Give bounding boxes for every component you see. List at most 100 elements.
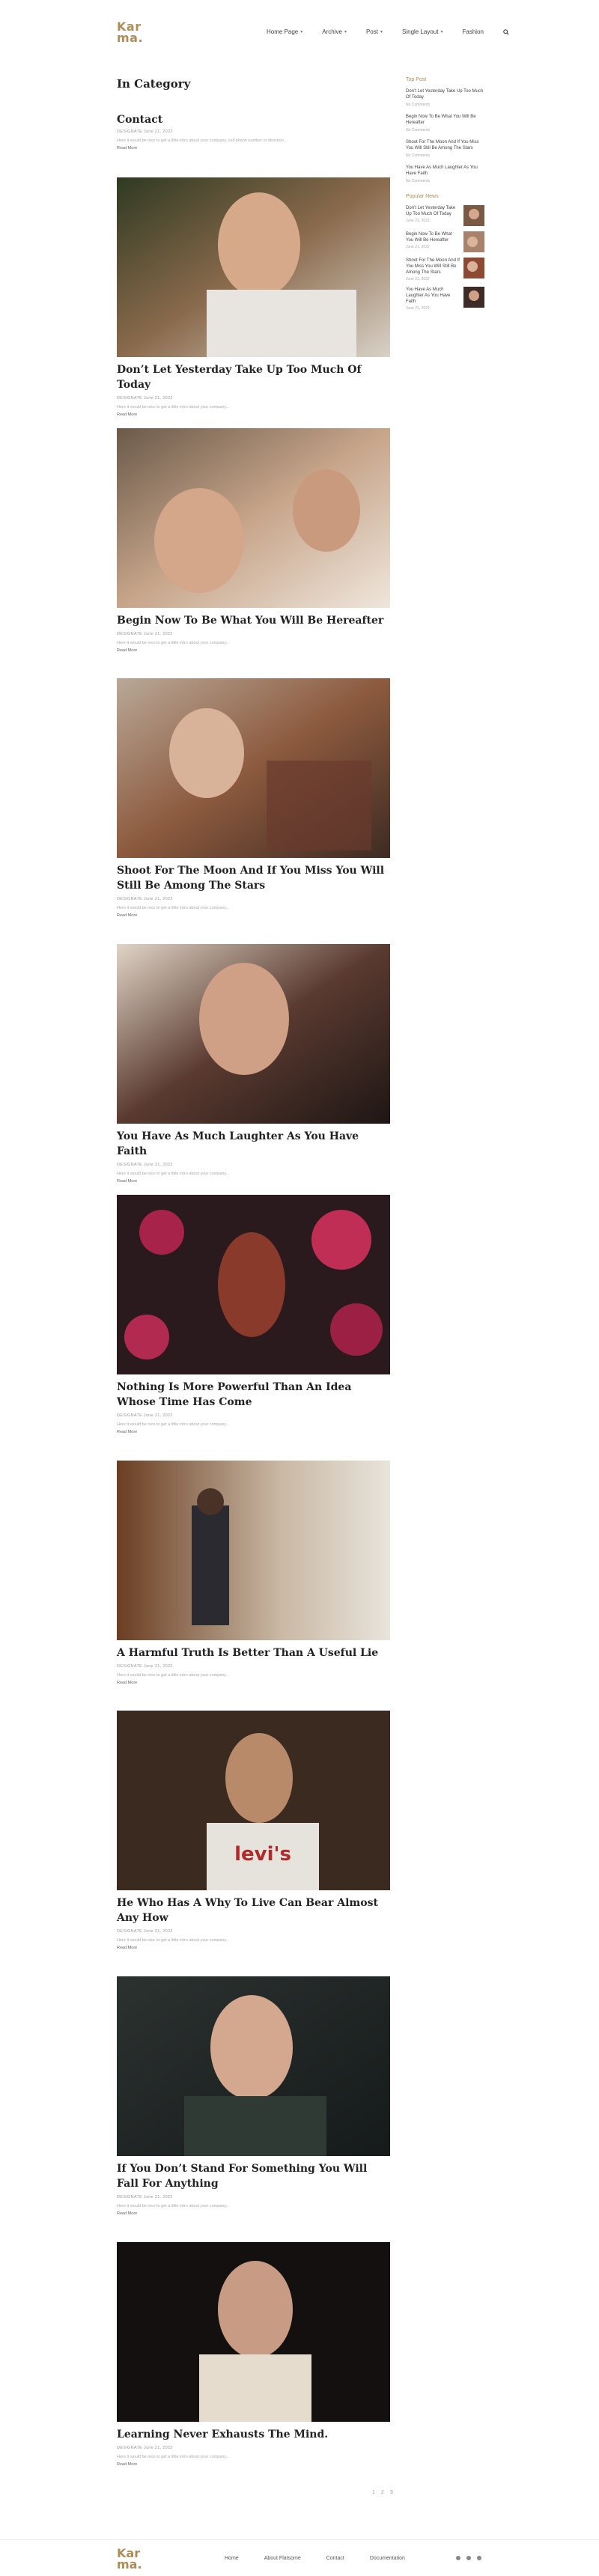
read-more-link[interactable]: Read More [117,2462,390,2467]
footer-link-contact[interactable]: Contact [326,2556,344,2561]
popular-news-item[interactable]: Don’t Let Yesterday Take Up Too Much Of … [406,205,484,226]
post-excerpt: Here it would be nice to get a little in… [117,1422,230,1427]
site-header: Kar ma. Home Page ▾ Archive ▾ Post ▾ Sin… [0,0,599,66]
top-post-comments: No Comments [406,128,430,133]
post-card: Shoot For The Moon And If You Miss You W… [117,678,390,918]
popular-news-heading: Popular News [406,194,439,199]
post-title[interactable]: Learning Never Exhausts The Mind. [117,2427,390,2442]
page-link[interactable]: 1 [372,2490,375,2495]
footer-logo[interactable]: Kar ma. [117,2548,142,2571]
main-content: In Category [117,77,390,91]
chevron-down-icon: ▾ [380,30,383,34]
post-image[interactable] [117,1461,390,1640]
facebook-icon[interactable] [456,2556,460,2560]
read-more-link[interactable]: Read More [117,146,390,150]
chevron-down-icon: ▾ [440,30,443,34]
read-more-link[interactable]: Read More [117,1179,390,1184]
post-excerpt: Here it would be nice to get a little in… [117,2204,230,2208]
post-meta: DESIGNATE June 21, 2022 [117,2195,173,2199]
post-title[interactable]: He Who Has A Why To Live Can Bear Almost… [117,1896,390,1925]
read-more-link[interactable]: Read More [117,1946,390,1950]
post-excerpt: Here it would be nice to get a little in… [117,906,230,910]
post-image[interactable] [117,428,390,608]
page-link[interactable]: 2 [381,2490,384,2495]
post-image[interactable] [117,1195,390,1374]
chevron-down-icon: ▾ [344,30,347,34]
post-image[interactable]: levi's [117,1711,390,1890]
post-title[interactable]: Begin Now To Be What You Will Be Hereaft… [117,613,390,628]
footer-nav: Home About Flatsome Contact Documentatio… [225,2556,405,2561]
nav-item-home[interactable]: Home Page ▾ [267,28,302,35]
top-post-item[interactable]: Shoot For The Moon And If You Miss You W… [406,139,484,158]
nav-label: Archive [322,28,342,35]
popular-news-thumbnail[interactable] [463,231,484,252]
read-more-link[interactable]: Read More [117,913,390,918]
footer-link-documentation[interactable]: Documentation [370,2556,405,2561]
twitter-icon[interactable] [477,2556,481,2560]
popular-news-thumbnail[interactable] [463,205,484,226]
nav-item-post[interactable]: Post ▾ [366,28,383,35]
post-title[interactable]: Don’t Let Yesterday Take Up Too Much Of … [117,362,390,392]
post-title[interactable]: Shoot For The Moon And If You Miss You W… [117,863,390,893]
nav-item-single-layout[interactable]: Single Layout ▾ [402,28,443,35]
top-post-item[interactable]: Don’t Let Yesterday Take Up Too Much Of … [406,88,484,107]
popular-news-title: Shoot For The Moon And If You Miss You W… [406,258,460,275]
top-post-item[interactable]: You Have As Much Laughter As You Have Fa… [406,165,484,183]
popular-news-thumbnail[interactable] [463,258,484,278]
popular-news-item[interactable]: You Have As Much Laughter As You Have Fa… [406,287,484,311]
post-meta: DESIGNATE June 21, 2022 [117,396,173,401]
top-post-comments: No Comments [406,179,430,183]
site-footer: Kar ma. Home About Flatsome Contact Docu… [0,2539,599,2576]
page-link[interactable]: 3 [390,2490,393,2495]
popular-news-title: Don’t Let Yesterday Take Up Too Much Of … [406,206,456,216]
contact-post: Contact DESIGNATE June 21, 2022 Here it … [117,114,390,150]
nav-item-archive[interactable]: Archive ▾ [322,28,347,35]
post-card: levi's He Who Has A Why To Live Can Bear… [117,1711,390,1950]
post-excerpt: Here it would be nice to get a little in… [117,1938,230,1943]
post-title[interactable]: A Harmful Truth Is Better Than A Useful … [117,1645,390,1660]
search-icon[interactable] [503,28,509,35]
nav-item-fashion[interactable]: Fashion [463,28,484,35]
popular-news-date: June 21, 2022 [406,219,430,223]
post-title[interactable]: Contact [117,114,390,126]
top-post-title: You Have As Much Laughter As You Have Fa… [406,165,478,176]
read-more-link[interactable]: Read More [117,1430,390,1434]
post-card: Don’t Let Yesterday Take Up Too Much Of … [117,177,390,417]
popular-news-thumbnail[interactable] [463,287,484,308]
read-more-link[interactable]: Read More [117,412,390,417]
popular-news-item[interactable]: Begin Now To Be What You Will Be Hereaft… [406,231,484,252]
post-image[interactable] [117,678,390,858]
instagram-icon[interactable] [466,2556,471,2560]
post-title[interactable]: If You Don’t Stand For Something You Wil… [117,2161,390,2191]
post-image[interactable] [117,2242,390,2422]
post-meta: DESIGNATE June 21, 2022 [117,1163,173,1167]
popular-news-item[interactable]: Shoot For The Moon And If You Miss You W… [406,258,484,281]
main-nav: Home Page ▾ Archive ▾ Post ▾ Single Layo… [267,28,509,35]
top-post-item[interactable]: Begin Now To Be What You Will Be Hereaft… [406,114,484,133]
post-title[interactable]: Nothing Is More Powerful Than An Idea Wh… [117,1380,390,1410]
top-post-comments: No Comments [406,153,430,158]
post-meta: DESIGNATE June 21, 2022 [117,632,173,636]
top-post-title: Begin Now To Be What You Will Be Hereaft… [406,115,476,125]
post-excerpt: Here it would be nice to get a little in… [117,641,230,645]
footer-link-about[interactable]: About Flatsome [264,2556,301,2561]
logo-line-2: ma. [117,31,144,45]
post-excerpt: Here it would be nice to get a little in… [117,1172,230,1176]
svg-text:levi's: levi's [234,1843,291,1866]
site-logo[interactable]: Kar ma. [117,21,144,45]
post-meta: DESIGNATE June 21, 2022 [117,1413,173,1418]
post-image[interactable] [117,944,390,1124]
nav-label: Single Layout [402,28,439,35]
popular-news-title: You Have As Much Laughter As You Have Fa… [406,287,451,304]
post-meta: DESIGNATE June 21, 2022 [117,1929,173,1934]
footer-link-home[interactable]: Home [225,2556,239,2561]
post-title[interactable]: You Have As Much Laughter As You Have Fa… [117,1129,390,1159]
read-more-link[interactable]: Read More [117,648,390,653]
read-more-link[interactable]: Read More [117,1681,390,1685]
read-more-link[interactable]: Read More [117,2211,390,2216]
post-image[interactable] [117,177,390,357]
top-post-heading: Top Post [406,77,427,82]
pagination: 1 2 3 [372,2490,393,2495]
post-image[interactable] [117,1976,390,2156]
post-card: Begin Now To Be What You Will Be Hereaft… [117,428,390,653]
